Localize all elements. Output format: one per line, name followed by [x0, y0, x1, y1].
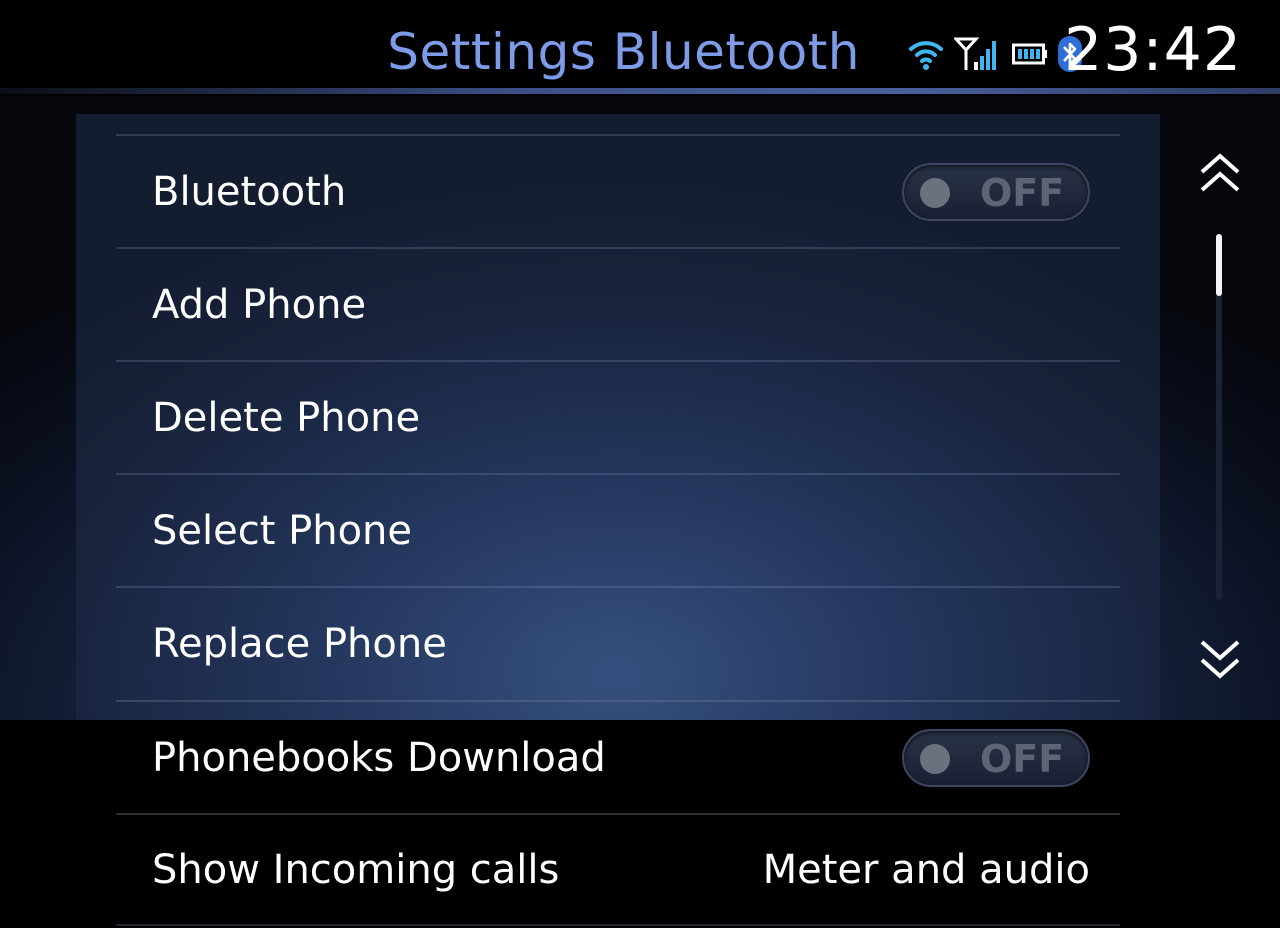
wifi-icon — [909, 41, 943, 70]
settings-list: Bluetooth OFF Add Phone Delete Phone Sel… — [116, 134, 1120, 699]
toggle-state: OFF — [980, 170, 1065, 215]
setting-row-bluetooth[interactable]: Bluetooth OFF — [116, 134, 1120, 247]
setting-row-add-phone[interactable]: Add Phone — [116, 247, 1120, 360]
setting-row-replace-phone[interactable]: Replace Phone — [116, 586, 1120, 699]
phonebooks-download-toggle[interactable]: OFF — [902, 728, 1090, 787]
toggle-knob — [920, 177, 950, 208]
toggle-knob — [920, 743, 950, 774]
toggle-state: OFF — [980, 736, 1065, 781]
setting-label: Select Phone — [152, 507, 413, 554]
setting-label: Phonebooks Download — [152, 734, 606, 781]
setting-label: Show Incoming calls — [152, 846, 560, 893]
setting-label: Delete Phone — [152, 394, 421, 441]
setting-value: Meter and audio — [762, 846, 1090, 893]
setting-row-select-phone[interactable]: Select Phone — [116, 473, 1120, 586]
bluetooth-toggle[interactable]: OFF — [902, 162, 1090, 221]
double-chevron-up-icon[interactable] — [1198, 150, 1242, 200]
setting-label: Add Phone — [152, 281, 367, 328]
clock: 23:42 — [1064, 15, 1242, 85]
header-bar: Settings Bluetooth 23:42 — [0, 0, 1280, 96]
settings-list-lower: Phonebooks Download OFF Show Incoming ca… — [116, 700, 1120, 926]
double-chevron-down-icon[interactable] — [1198, 632, 1242, 682]
setting-label: Bluetooth — [152, 168, 347, 215]
status-icons — [908, 34, 1082, 74]
scrollbar-thumb[interactable] — [1216, 234, 1222, 296]
setting-row-phonebooks-download[interactable]: Phonebooks Download OFF — [116, 700, 1120, 813]
page-title: Settings Bluetooth — [387, 23, 860, 81]
header-divider — [0, 88, 1280, 94]
setting-label: Replace Phone — [152, 620, 447, 667]
setting-row-show-incoming-calls[interactable]: Show Incoming calls Meter and audio — [116, 813, 1120, 926]
battery-icon — [1012, 43, 1047, 65]
scrollbar-track[interactable] — [1216, 234, 1222, 600]
setting-row-delete-phone[interactable]: Delete Phone — [116, 360, 1120, 473]
cellular-signal-icon — [954, 37, 996, 70]
